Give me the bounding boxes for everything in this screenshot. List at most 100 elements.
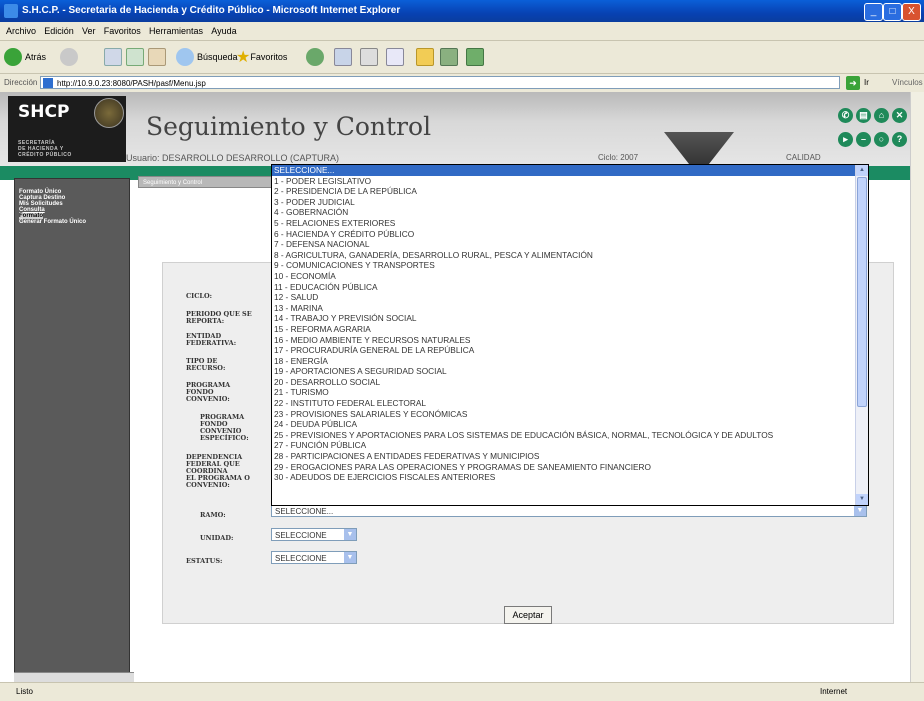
menu-herramientas[interactable]: Herramientas [149, 26, 203, 36]
address-input[interactable]: http://10.9.0.23:8080/PASH/pasf/Menu.jsp [40, 76, 840, 89]
help-icon[interactable]: ? [892, 132, 907, 147]
ramo-option[interactable]: 11 - EDUCACIÓN PÚBLICA [272, 282, 868, 293]
address-url: http://10.9.0.23:8080/PASH/pasf/Menu.jsp [57, 79, 206, 88]
chevron-down-icon: ▼ [344, 529, 356, 540]
minimize-button[interactable]: _ [864, 3, 883, 21]
ramo-option[interactable]: 2 - PRESIDENCIA DE LA REPÚBLICA [272, 186, 868, 197]
document-icon[interactable]: ▤ [856, 108, 871, 123]
ramo-option[interactable]: 3 - PODER JUDICIAL [272, 197, 868, 208]
status-text: Listo [16, 687, 33, 696]
ramo-option[interactable]: 1 - PODER LEGISLATIVO [272, 176, 868, 187]
label-programa: PROGRAMA FONDO CONVENIO: [186, 382, 230, 403]
minus-icon[interactable]: – [856, 132, 871, 147]
ramo-option[interactable]: 8 - AGRICULTURA, GANADERÍA, DESARROLLO R… [272, 250, 868, 261]
back-arrow-icon [4, 48, 22, 66]
ramo-option[interactable]: 20 - DESARROLLO SOCIAL [272, 377, 868, 388]
ramo-option[interactable]: 5 - RELACIONES EXTERIORES [272, 218, 868, 229]
history-button[interactable] [306, 47, 327, 67]
aceptar-button[interactable]: Aceptar [504, 606, 552, 624]
cycle-info: Ciclo: 2007 [598, 153, 639, 162]
ramo-option[interactable]: 7 - DEFENSA NACIONAL [272, 239, 868, 250]
close-session-icon[interactable]: ✕ [892, 108, 907, 123]
ramo-option[interactable]: 23 - PROVISIONES SALARIALES Y ECONÓMICAS [272, 409, 868, 420]
horizontal-scrollbar[interactable] [14, 672, 134, 682]
dropdown-scrollbar[interactable]: ▲ ▼ [855, 165, 868, 505]
ramo-option[interactable]: 19 - APORTACIONES A SEGURIDAD SOCIAL [272, 366, 868, 377]
sidebar-item-generar[interactable]: Generar Formato Único [15, 219, 129, 225]
window-scrollbar[interactable] [910, 92, 924, 682]
ramo-option[interactable]: 22 - INSTITUTO FEDERAL ELECTORAL [272, 398, 868, 409]
ramo-option[interactable]: SELECCIONE... [272, 165, 868, 176]
ramo-option[interactable]: 16 - MEDIO AMBIENTE Y RECURSOS NATURALES [272, 335, 868, 346]
ramo-option[interactable]: 24 - DEUDA PÚBLICA [272, 419, 868, 430]
ramo-option[interactable]: 21 - TURISMO [272, 387, 868, 398]
user-info: Usuario: DESARROLLO DESARROLLO (CAPTURA) [126, 153, 340, 163]
go-arrow-icon[interactable]: ➜ [846, 76, 860, 90]
scroll-thumb[interactable] [857, 177, 867, 407]
menu-favoritos[interactable]: Favoritos [104, 26, 141, 36]
back-label: Atrás [25, 52, 47, 62]
folder-icon [416, 48, 434, 66]
favorites-button[interactable]: ★ Favoritos [236, 47, 287, 67]
links-label[interactable]: Vínculos [892, 78, 923, 87]
edit-button[interactable] [386, 47, 404, 67]
folder-button[interactable] [416, 47, 434, 67]
menu-edicion[interactable]: Edición [44, 26, 74, 36]
ramo-option[interactable]: 29 - EROGACIONES PARA LAS OPERACIONES Y … [272, 462, 868, 473]
forward-button[interactable] [60, 47, 81, 67]
messenger-icon [440, 48, 458, 66]
ramo-option[interactable]: 6 - HACIENDA Y CRÉDITO PÚBLICO [272, 229, 868, 240]
label-ciclo: CICLO: [186, 292, 213, 300]
search-button[interactable]: Búsqueda [176, 47, 238, 67]
label-dep-5: CONVENIO: [186, 481, 230, 489]
browser-toolbar: Atrás Búsqueda ★ Favoritos [0, 41, 924, 74]
ramo-dropdown-list[interactable]: SELECCIONE... 1 - PODER LEGISLATIVO 2 - PR… [271, 164, 869, 506]
ramo-option[interactable]: 25 - PREVISIONES Y APORTACIONES PARA LOS… [272, 430, 868, 441]
ramo-option[interactable]: 14 - TRABAJO Y PREVISIÓN SOCIAL [272, 313, 868, 324]
close-button[interactable]: X [902, 3, 921, 21]
label-tipo-2: RECURSO: [186, 364, 226, 372]
scroll-up-icon[interactable]: ▲ [856, 165, 868, 176]
label-programa-3: CONVENIO: [186, 395, 230, 403]
go-button[interactable]: Ir [864, 78, 869, 87]
tab-seguimiento[interactable]: Seguimiento y Control [138, 176, 274, 188]
stop-button[interactable] [104, 47, 122, 67]
refresh-icon[interactable]: ○ [874, 132, 889, 147]
chevron-down-icon: ▼ [854, 505, 866, 516]
estatus-select[interactable]: SELECCIONE ▼ [271, 551, 357, 564]
refresh-button[interactable] [126, 47, 144, 67]
ramo-option[interactable]: 4 - GOBERNACIÓN [272, 207, 868, 218]
ramo-option[interactable]: 18 - ENERGÍA [272, 356, 868, 367]
menu-ayuda[interactable]: Ayuda [211, 26, 236, 36]
menu-ver[interactable]: Ver [82, 26, 96, 36]
label-dependencia: DEPENDENCIA FEDERAL QUE COORDINA EL PROGRAM… [186, 454, 250, 489]
print-button[interactable] [360, 47, 378, 67]
ramo-option[interactable]: 10 - ECONOMÍA [272, 271, 868, 282]
ramo-option[interactable]: 17 - PROCURADURÍA GENERAL DE LA REPÚBLIC… [272, 345, 868, 356]
home-icon[interactable]: ⌂ [874, 108, 889, 123]
messenger-button[interactable] [440, 47, 458, 67]
back-button[interactable]: Atrás [4, 47, 46, 67]
ramo-option[interactable]: 9 - COMUNICACIONES Y TRANSPORTES [272, 260, 868, 271]
menu-archivo[interactable]: Archivo [6, 26, 36, 36]
research-icon [466, 48, 484, 66]
maximize-button[interactable]: □ [883, 3, 902, 21]
ramo-option[interactable]: 30 - ADEUDOS DE EJERCICIOS FISCALES ANTE… [272, 472, 868, 483]
scroll-down-icon[interactable]: ▼ [856, 494, 868, 505]
unidad-select[interactable]: SELECCIONE ▼ [271, 528, 357, 541]
phone-icon[interactable]: ✆ [838, 108, 853, 123]
stop-icon [104, 48, 122, 66]
forward-icon[interactable]: ▸ [838, 132, 853, 147]
label-entidad: ENTIDAD FEDERATIVA: [186, 333, 236, 347]
ramo-option[interactable]: 28 - PARTICIPACIONES A ENTIDADES FEDERAT… [272, 451, 868, 462]
mail-button[interactable] [334, 47, 352, 67]
research-button[interactable] [466, 47, 484, 67]
ramo-option[interactable]: 15 - REFORMA AGRARIA [272, 324, 868, 335]
ramo-option[interactable]: 12 - SALUD [272, 292, 868, 303]
label-programa-especifico: PROGRAMA FONDO CONVENIO ESPECÍFICO: [200, 414, 249, 442]
ramo-option[interactable]: 27 - FUNCIÓN PÚBLICA [272, 440, 868, 451]
home-button[interactable] [148, 47, 166, 67]
quality-link[interactable]: CALIDAD [786, 153, 821, 162]
history-icon [306, 48, 324, 66]
ramo-option[interactable]: 13 - MARINA [272, 303, 868, 314]
